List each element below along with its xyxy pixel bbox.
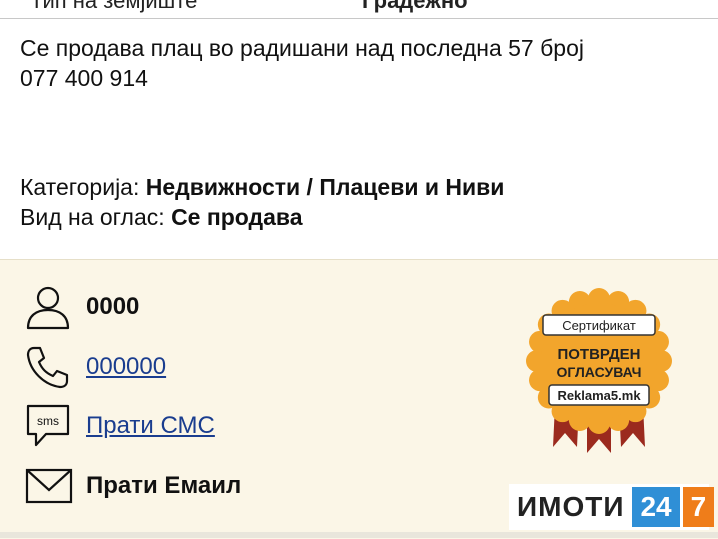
bottom-edge [0,532,718,538]
attribute-value: Градежно [362,0,468,13]
description-phone: 077 400 914 [20,65,148,91]
imoti247-logo: ИМОТИ 24 7 [509,484,715,530]
ad-type-row: Вид на оглас: Се продава [20,202,504,232]
category-row: Категорија: Недвижности / Плацеви и Ниви [20,172,504,202]
logo-7: 7 [682,487,715,527]
category-label: Категорија: [20,174,140,200]
send-sms-link[interactable]: Прати СМС [86,412,215,440]
badge-top-text: Сертификат [562,318,636,333]
badge-line1: ПОТВРДЕН [557,346,640,363]
logo-word: ИМОТИ [517,491,625,522]
top-attribute-row: Тип на земјиште Градежно [0,0,718,13]
contact-phone-row[interactable]: 000000 [24,342,166,392]
user-icon [24,283,78,331]
ad-description: Се продава плац во радишани над последна… [20,33,700,93]
sms-icon: sms [24,402,78,450]
badge-line2: ОГЛАСУВАЧ [557,364,642,380]
category-value: Недвижности / Плацеви и Ниви [145,174,505,200]
send-sms-row[interactable]: sms Прати СМС [24,401,215,451]
ad-type-value: Се продава [171,204,303,230]
phone-icon [24,343,78,391]
send-email-row[interactable]: Прати Емаил [24,461,241,511]
verified-advertiser-badge: Сертификат ПОТВРДЕН ОГЛАСУВАЧ Reklama5.m… [525,287,673,453]
logo-24: 24 [632,487,680,527]
contact-name-row: 0000 [24,282,139,332]
contact-phone-link[interactable]: 000000 [86,353,166,381]
envelope-icon [24,462,78,510]
sms-icon-text: sms [37,414,59,428]
send-email-button[interactable]: Прати Емаил [86,472,241,500]
description-line: Се продава плац во радишани над последна… [20,35,584,61]
attribute-label: Тип на земјиште [30,0,198,13]
ad-type-label: Вид на оглас: [20,204,165,230]
contact-name: 0000 [86,293,140,320]
ad-meta: Категорија: Недвижности / Плацеви и Ниви… [20,172,504,232]
divider [0,18,718,19]
badge-site: Reklama5.mk [557,388,641,403]
